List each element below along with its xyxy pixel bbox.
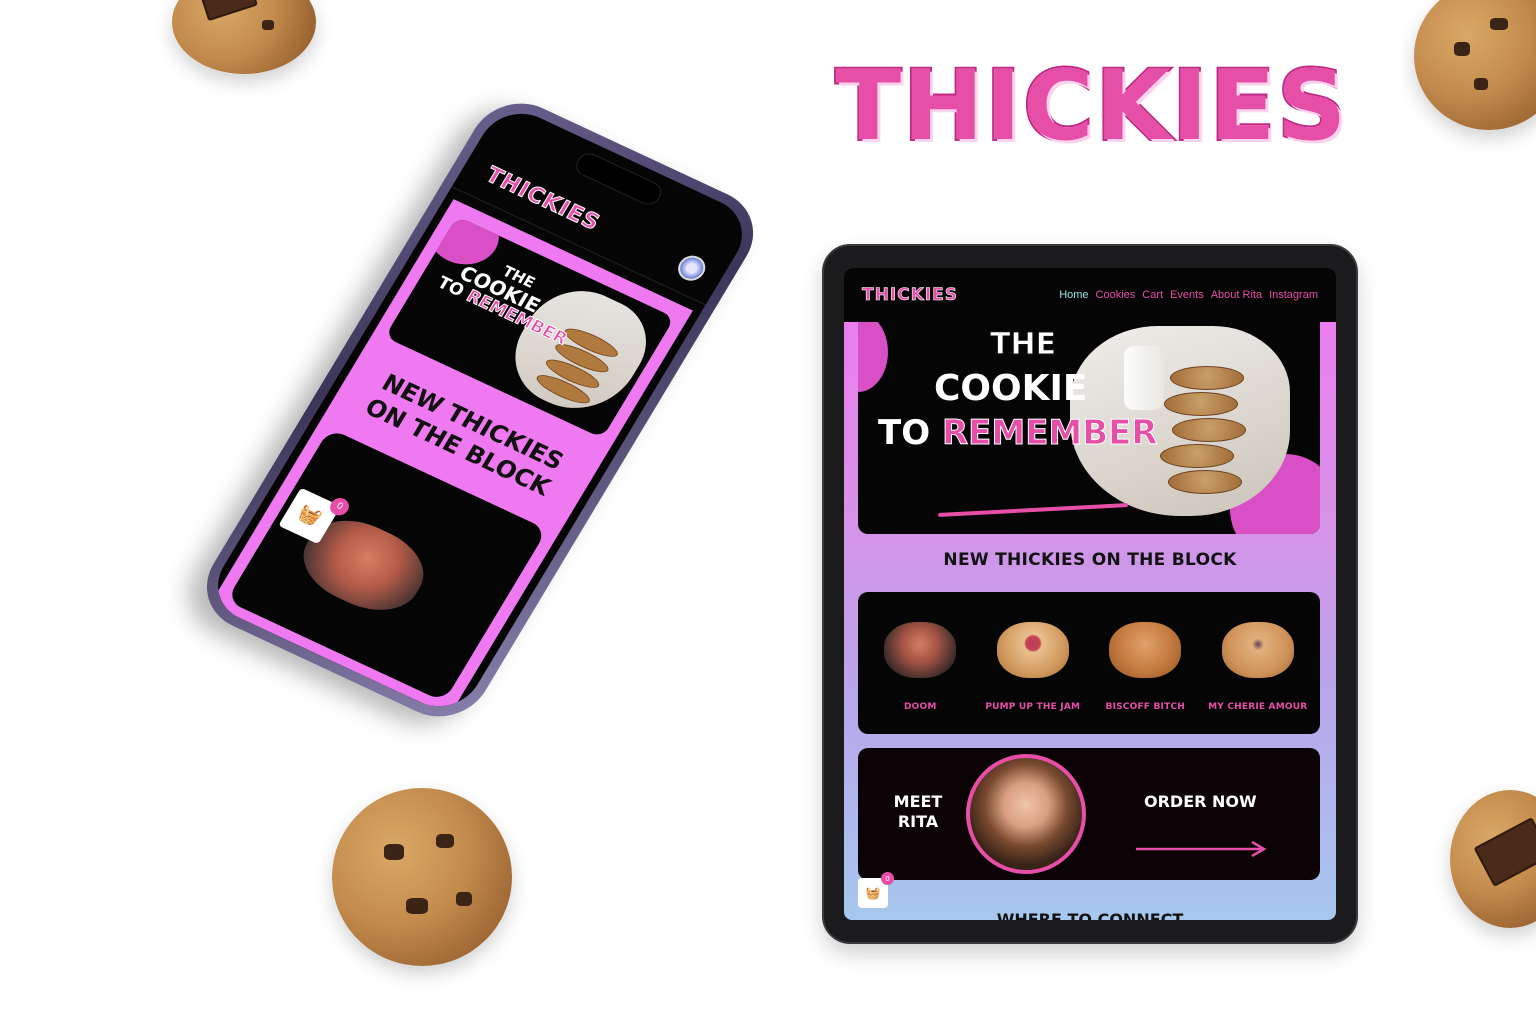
hero-line-3: TO REMEMBER xyxy=(878,412,1158,453)
phone-hero-headline: THE COOKIE TO REMEMBER xyxy=(434,243,589,350)
product-thumb xyxy=(996,622,1069,678)
product-card-doom[interactable]: DOOM xyxy=(866,622,974,712)
mockup-stage: THICKIES THICKIES THE COOKIE TO REMEMBER… xyxy=(0,0,1536,1024)
phone-menu-avatar-icon[interactable] xyxy=(673,251,711,285)
product-thumb xyxy=(884,622,957,678)
tablet-logo[interactable]: THICKIES xyxy=(862,285,958,306)
product-card-my-cherie-amour[interactable]: MY CHERIE AMOUR xyxy=(1204,622,1312,712)
cookie-stack-image xyxy=(1160,366,1260,506)
nav-link-about-rita[interactable]: About Rita xyxy=(1211,289,1262,301)
product-card-pump-up-the-jam[interactable]: PUMP UP THE JAM xyxy=(979,622,1087,712)
product-thumb xyxy=(1221,622,1294,678)
order-now-link[interactable]: ORDER NOW xyxy=(1144,792,1257,811)
nav-link-instagram[interactable]: Instagram xyxy=(1269,289,1318,301)
rita-portrait xyxy=(966,754,1086,874)
brand-wordmark-text: THICKIES xyxy=(834,50,1349,162)
tablet-navbar: THICKIES Home Cookies Cart Events About … xyxy=(844,268,1336,322)
nav-link-home[interactable]: Home xyxy=(1059,289,1088,301)
where-to-connect-title: WHERE TO CONNECT xyxy=(996,910,1184,920)
cookie-image-top-right xyxy=(1414,0,1536,130)
meet-rita-label: MEET RITA xyxy=(893,792,943,831)
nav-link-cart[interactable]: Cart xyxy=(1142,289,1163,301)
cookie-image-top-left xyxy=(172,0,316,74)
tablet-hero-headline: THE COOKIE TO REMEMBER xyxy=(878,328,1158,452)
cart-count-badge: 0 xyxy=(326,494,353,518)
basket-icon: 🧺 xyxy=(294,501,326,530)
product-name: BISCOFF BITCH xyxy=(1105,702,1185,712)
nav-link-events[interactable]: Events xyxy=(1170,289,1204,301)
phone-body: THE COOKIE TO REMEMBER NEW THICKIES ON T… xyxy=(210,199,693,716)
hero-line-2: COOKIE xyxy=(934,368,1088,409)
tablet-hero-banner: THE COOKIE TO REMEMBER xyxy=(858,322,1320,534)
brand-wordmark: THICKIES xyxy=(812,56,1372,156)
arrow-right-icon[interactable] xyxy=(1134,840,1268,858)
nav-link-cookies[interactable]: Cookies xyxy=(1096,289,1136,301)
product-name: PUMP UP THE JAM xyxy=(985,702,1081,712)
hero-underline-scribble xyxy=(938,503,1128,517)
product-name: MY CHERIE AMOUR xyxy=(1208,702,1308,712)
meet-rita-card[interactable]: MEET RITA ORDER NOW xyxy=(858,748,1320,880)
phone-frame: THICKIES THE COOKIE TO REMEMBER NEW THIC… xyxy=(188,88,772,732)
tablet-product-strip: DOOM PUMP UP THE JAM BISCOFF BITCH MY CH… xyxy=(858,592,1320,734)
tablet-section-title: NEW THICKIES ON THE BLOCK xyxy=(943,550,1237,570)
product-name: DOOM xyxy=(903,702,937,712)
basket-icon: 🧺 xyxy=(865,886,881,900)
cart-count-badge: 0 xyxy=(881,872,894,885)
cookie-image-bottom xyxy=(332,788,512,966)
product-card-biscoff-bitch[interactable]: BISCOFF BITCH xyxy=(1091,622,1199,712)
tablet-menu: Home Cookies Cart Events About Rita Inst… xyxy=(1059,289,1318,301)
product-thumb xyxy=(1109,622,1182,678)
tablet-mockup: THICKIES Home Cookies Cart Events About … xyxy=(822,244,1358,944)
tablet-cart-button[interactable]: 🧺 0 xyxy=(858,872,894,908)
phone-screen: THICKIES THE COOKIE TO REMEMBER NEW THIC… xyxy=(202,100,758,720)
cookie-image-bottom-right xyxy=(1450,790,1536,928)
phone-mockup: THICKIES THE COOKIE TO REMEMBER NEW THIC… xyxy=(188,88,772,750)
tablet-screen: THICKIES Home Cookies Cart Events About … xyxy=(844,268,1336,920)
hero-line-1: THE xyxy=(990,327,1057,362)
